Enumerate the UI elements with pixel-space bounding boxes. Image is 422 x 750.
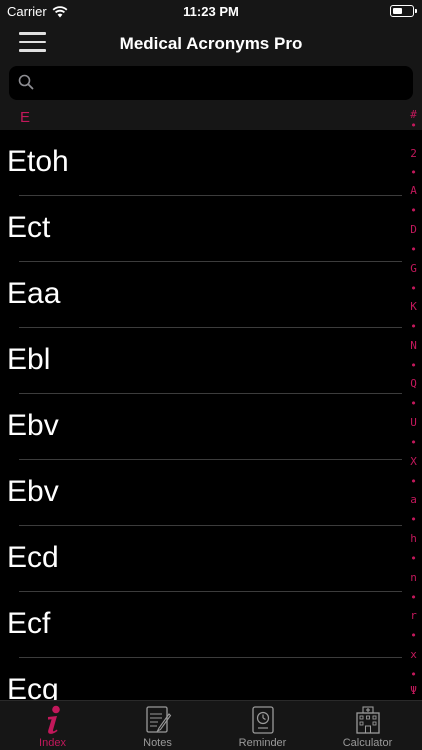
list-item[interactable]: Ecg [0,658,405,700]
list-item-label: Ect [7,211,51,244]
index-letter[interactable]: h [405,532,422,545]
index-dot: • [410,668,417,681]
list-item[interactable]: Ebv [0,394,405,460]
status-time: 11:23 PM [183,4,239,19]
index-dot: • [410,282,417,295]
list-item-label: Etoh [7,145,69,178]
index-dot: • [410,204,417,217]
index-dot: • [410,119,417,132]
search-icon [18,74,34,90]
tab-label: Reminder [238,737,287,749]
index-dot: • [410,359,417,372]
index-letter[interactable]: X [405,455,422,468]
section-index-bar[interactable]: # • 2 • A • D • G • K • N • Q • U • X • … [405,104,422,700]
search-field-container[interactable] [9,66,413,100]
page-title: Medical Acronyms Pro [119,34,303,53]
status-bar: Carrier 11:23 PM [0,0,422,22]
index-dot: • [410,397,417,410]
section-header-letter: E [20,109,31,126]
index-letter[interactable]: Q [405,377,422,390]
list-item[interactable]: Ebv [0,460,405,526]
index-dot: • [410,166,417,179]
index-letter[interactable]: U [405,416,422,429]
list-item[interactable]: Ecd [0,526,405,592]
index-dot: • [410,243,417,256]
battery-icon [390,5,417,17]
index-dot: • [410,513,417,526]
tab-index[interactable]: Index [0,701,105,750]
tab-label: Notes [143,737,172,749]
info-icon [48,705,60,734]
notes-icon [146,706,172,733]
index-letter[interactable]: x [405,648,422,661]
list-item[interactable]: Ecf [0,592,405,658]
list-item[interactable]: Ect [0,196,405,262]
tab-calculator[interactable]: Calculator [315,701,420,750]
index-letter[interactable]: K [405,300,422,313]
list-item-label: Ecg [7,673,59,700]
index-letter[interactable]: Ψ [405,684,422,697]
tab-reminder[interactable]: Reminder [210,701,315,750]
list-item-label: Ecf [7,607,51,640]
index-dot: • [410,629,417,642]
reminder-icon [252,706,274,734]
list-item-label: Eaa [7,277,61,310]
hospital-icon [356,706,380,734]
tab-label: Index [39,737,66,749]
list-item[interactable]: Ebl [0,328,405,394]
index-letter[interactable]: D [405,223,422,236]
list-item-label: Ebv [7,409,59,442]
list-item-label: Ecd [7,541,59,574]
list-item[interactable]: Eaa [0,262,405,328]
index-dot: • [410,475,417,488]
index-letter[interactable]: 2 [405,147,422,160]
index-letter[interactable]: G [405,262,422,275]
index-dot: • [410,552,417,565]
index-dot: • [410,436,417,449]
list-item[interactable]: Etoh [0,130,405,196]
list-item-label: Ebv [7,475,59,508]
index-letter[interactable]: N [405,339,422,352]
nav-bar: Medical Acronyms Pro [0,22,422,66]
tab-label: Calculator [342,737,393,749]
index-letter[interactable]: n [405,571,422,584]
section-header: E [0,104,422,130]
index-dot: • [410,591,417,604]
index-letter[interactable]: A [405,184,422,197]
search-bar [0,66,422,104]
index-letter[interactable]: r [405,609,422,622]
tab-bar: Index Notes Reminder Calculator [0,700,422,750]
tab-notes[interactable]: Notes [105,701,210,750]
list-item-label: Ebl [7,343,51,376]
acronym-list: Etoh Ect Eaa Ebl Ebv Ebv Ecd Ecf Ecg [0,130,405,700]
search-input[interactable] [41,66,401,100]
index-letter[interactable]: a [405,493,422,506]
index-dot: • [410,320,417,333]
